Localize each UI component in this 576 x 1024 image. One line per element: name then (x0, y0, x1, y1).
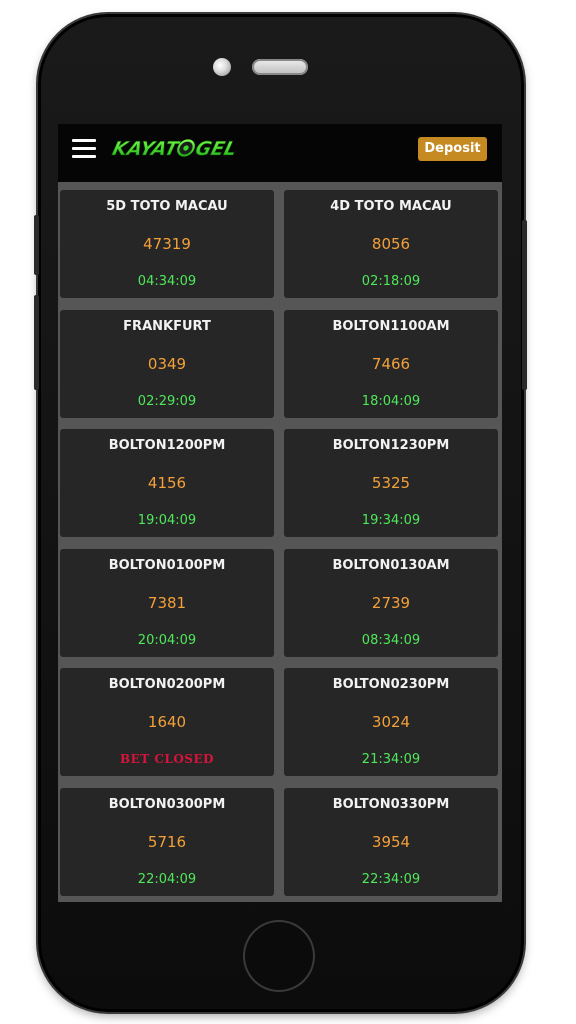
market-name: FRANKFURT (123, 319, 211, 334)
market-result: 5716 (147, 833, 187, 851)
market-card[interactable]: BOLTON0230PM 3024 21:34:09 (284, 668, 498, 776)
brand-logo[interactable]: KAYAT GEL (108, 136, 240, 160)
bet-closed-status: BET CLOSED (119, 752, 215, 766)
countdown-timer: 20:04:09 (137, 633, 197, 648)
market-card[interactable]: BOLTON0200PM 1640 BET CLOSED (60, 668, 274, 776)
market-result: 47319 (143, 235, 191, 253)
front-camera (213, 58, 231, 76)
top-navbar: KAYAT GEL Deposit (58, 124, 502, 182)
volume-up-button (34, 215, 39, 275)
countdown-timer: 19:04:09 (137, 513, 197, 528)
countdown-timer: 22:04:09 (137, 872, 197, 887)
power-button (522, 220, 527, 390)
market-name: BOLTON0200PM (108, 677, 226, 692)
home-button[interactable] (245, 922, 313, 990)
market-name: 4D TOTO MACAU (330, 199, 452, 214)
market-name: BOLTON0330PM (332, 797, 450, 812)
market-result: 5325 (371, 474, 411, 492)
volume-down-button (34, 295, 39, 390)
market-card[interactable]: BOLTON0130AM 2739 08:34:09 (284, 549, 498, 657)
countdown-timer: 04:34:09 (137, 274, 197, 289)
app-screen: KAYAT GEL Deposit 5D TOTO MACAU 47319 04:3… (58, 124, 502, 902)
market-card[interactable]: BOLTON1230PM 5325 19:34:09 (284, 429, 498, 537)
deposit-button[interactable]: Deposit (418, 137, 487, 161)
market-name: BOLTON0230PM (332, 677, 450, 692)
market-name: BOLTON0100PM (108, 558, 226, 573)
countdown-timer: 08:34:09 (361, 633, 421, 648)
countdown-timer: 22:34:09 (361, 872, 421, 887)
market-card[interactable]: FRANKFURT 0349 02:29:09 (60, 310, 274, 418)
svg-text:GEL: GEL (193, 137, 239, 160)
countdown-timer: 21:34:09 (361, 752, 421, 767)
market-result: 8056 (371, 235, 411, 253)
market-result: 2739 (371, 594, 411, 612)
svg-text:KAYAT: KAYAT (110, 137, 182, 160)
market-name: BOLTON1230PM (332, 438, 450, 453)
market-result: 1640 (147, 713, 187, 731)
market-name: BOLTON0130AM (332, 558, 450, 573)
countdown-timer: 02:18:09 (361, 274, 421, 289)
market-card[interactable]: BOLTON1200PM 4156 19:04:09 (60, 429, 274, 537)
market-result: 7381 (147, 594, 187, 612)
market-name: 5D TOTO MACAU (106, 199, 228, 214)
market-result: 3954 (371, 833, 411, 851)
market-result: 3024 (371, 713, 411, 731)
market-result: 4156 (147, 474, 187, 492)
countdown-timer: 18:04:09 (361, 394, 421, 409)
countdown-timer: 02:29:09 (137, 394, 197, 409)
market-card[interactable]: BOLTON1100AM 7466 18:04:09 (284, 310, 498, 418)
market-name: BOLTON1200PM (108, 438, 226, 453)
market-card[interactable]: 5D TOTO MACAU 47319 04:34:09 (60, 190, 274, 298)
earpiece-speaker (252, 59, 308, 75)
market-result: 0349 (147, 355, 187, 373)
market-result: 7466 (371, 355, 411, 373)
market-card[interactable]: 4D TOTO MACAU 8056 02:18:09 (284, 190, 498, 298)
market-name: BOLTON1100AM (332, 319, 450, 334)
countdown-timer: 19:34:09 (361, 513, 421, 528)
market-card[interactable]: BOLTON0100PM 7381 20:04:09 (60, 549, 274, 657)
hamburger-menu-icon[interactable] (72, 139, 96, 159)
market-name: BOLTON0300PM (108, 797, 226, 812)
market-card[interactable]: BOLTON0300PM 5716 22:04:09 (60, 788, 274, 896)
market-card[interactable]: BOLTON0330PM 3954 22:34:09 (284, 788, 498, 896)
